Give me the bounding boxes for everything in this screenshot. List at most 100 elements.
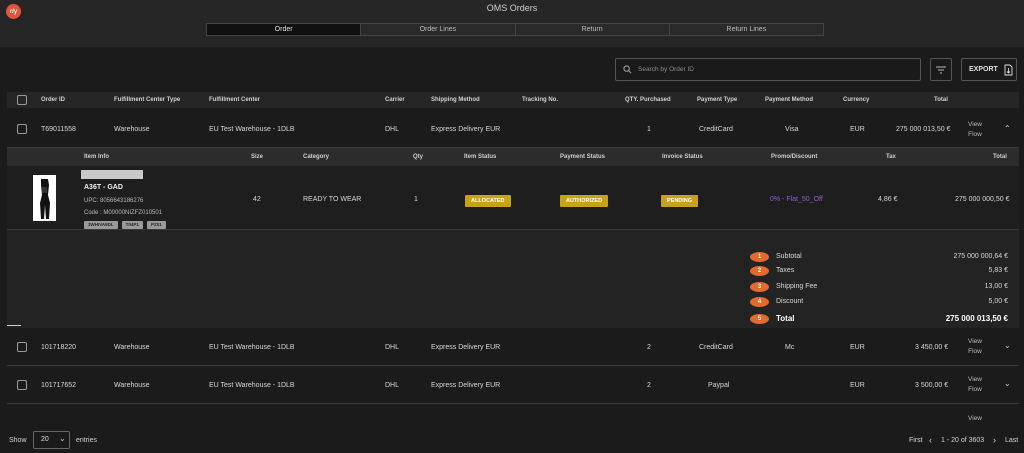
product-tag: 3WHIVA9DL (84, 221, 118, 229)
summary-value: 5,83 € (988, 267, 1008, 274)
carrier: DHL (385, 344, 400, 351)
top-bar: r/y OMS Orders Order Order Lines Return … (0, 0, 1024, 47)
line-total: 275 000 000,50 € (955, 196, 1010, 203)
col-fc-type[interactable]: Fulfillment Center Type (114, 97, 180, 103)
page-range: 1 - 20 of 3603 (941, 437, 985, 444)
order-lines-header: Item Info Size Category Qty Item Status … (7, 148, 1019, 166)
order-id[interactable]: T69011558 (41, 126, 76, 133)
col-currency[interactable]: Currency (843, 97, 869, 103)
order-id[interactable]: 101717652 (41, 382, 76, 389)
fc-type: Warehouse (114, 344, 150, 351)
col-total[interactable]: Total (934, 97, 948, 103)
carrier: DHL (385, 382, 400, 389)
view-flow-link[interactable]: View (968, 414, 982, 423)
row-checkbox[interactable] (17, 342, 27, 352)
summary-value: 13,00 € (984, 283, 1008, 290)
order-id[interactable]: 101718220 (41, 344, 76, 351)
payment-method: Mc (785, 344, 795, 351)
table-header: Order ID Fulfillment Center Type Fulfill… (7, 92, 1019, 108)
table-row[interactable]: 101717652 Warehouse EU Test Warehouse - … (7, 367, 1019, 404)
page-size-select[interactable]: 20 ⌄ (33, 431, 70, 449)
summary-label: Subtotal (776, 253, 802, 260)
product-upc: UPC: 8056643186276 (84, 198, 144, 204)
chevron-down-icon[interactable]: ⌄ (1004, 341, 1011, 350)
col-invoice-status: Invoice Status (662, 154, 703, 160)
line-category: READY TO WEAR (303, 196, 362, 203)
table-row[interactable]: 101718220 Warehouse EU Test Warehouse - … (7, 329, 1019, 366)
chevron-right-icon[interactable]: › (993, 435, 996, 445)
line-promo: 0% - Flat_50_Off (770, 196, 823, 203)
invoice-status-badge: PENDING (661, 195, 699, 207)
line-tax: 4,86 € (878, 196, 898, 203)
entries-label: entries (76, 437, 98, 444)
order-line-row: A36T - GAD UPC: 8056643186276 Code : M00… (7, 166, 1019, 230)
export-file-icon (1004, 64, 1013, 76)
col-carrier[interactable]: Carrier (385, 97, 405, 103)
scroll-marker (7, 325, 21, 326)
payment-type: Paypal (708, 382, 730, 389)
col-payment-method[interactable]: Payment Method (765, 97, 813, 103)
summary-total-label: Total (776, 314, 795, 323)
row-checkbox[interactable] (17, 124, 27, 134)
payment-status-badge: AUTHORIZED (560, 195, 609, 207)
view-flow-link[interactable]: View Flow (968, 375, 982, 395)
tab-bar: Order Order Lines Return Return Lines (206, 23, 824, 36)
carrier: DHL (385, 126, 400, 133)
order-total: 3 450,00 € (915, 344, 949, 351)
summary-label: Discount (776, 298, 804, 305)
filter-button[interactable] (930, 58, 952, 81)
product-tag: T04P1 (121, 221, 143, 229)
currency: EUR (850, 382, 865, 389)
summary-number-badge: 2 (750, 266, 769, 276)
view-flow-link[interactable]: View Flow (968, 120, 982, 140)
chevron-left-icon[interactable]: ‹ (929, 435, 932, 445)
chevron-down-icon[interactable]: ⌄ (1004, 379, 1011, 388)
search-placeholder: Search by Order ID (638, 66, 694, 73)
pagination-footer: Show 20 ⌄ entries First ‹ 1 - 20 of 3603… (0, 428, 1024, 453)
col-shipping-method[interactable]: Shipping Method (431, 97, 480, 103)
last-page-link[interactable]: Last (1005, 437, 1018, 444)
summary-value: 5,00 € (988, 298, 1008, 305)
tab-order-lines[interactable]: Order Lines (361, 24, 516, 35)
line-qty: 1 (414, 196, 418, 203)
summary-total-value: 275 000 013,50 € (945, 314, 1008, 323)
summary-number-badge: 5 (750, 314, 769, 324)
export-label: EXPORT (969, 66, 998, 73)
col-order-id[interactable]: Order ID (41, 97, 65, 103)
col-tracking[interactable]: Tracking No. (522, 97, 558, 103)
order-total: 275 000 013,50 € (896, 126, 951, 133)
table-row[interactable]: View (7, 405, 1019, 423)
col-category: Category (303, 154, 330, 160)
page-size-value: 20 (41, 436, 49, 443)
product-name: A36T - GAD (84, 184, 123, 191)
col-item-info: Item Info (84, 154, 109, 160)
payment-method: Visa (785, 126, 799, 133)
summary-label: Shipping Fee (776, 283, 818, 290)
product-tags: 3WHIVA9DL T04P1 PZ01 (84, 221, 170, 229)
shipping-method: Express Delivery EUR (431, 382, 501, 389)
qty: 1 (647, 126, 651, 133)
shipping-method: Express Delivery EUR (431, 344, 501, 351)
view-flow-link[interactable]: View Flow (968, 337, 982, 357)
currency: EUR (850, 344, 865, 351)
select-all-checkbox[interactable] (17, 95, 27, 105)
col-payment-type[interactable]: Payment Type (697, 97, 737, 103)
export-button[interactable]: EXPORT (961, 58, 1017, 81)
row-checkbox[interactable] (17, 380, 27, 390)
tab-return[interactable]: Return (515, 24, 670, 35)
product-image[interactable] (33, 175, 56, 221)
col-fc[interactable]: Fulfillment Center (209, 97, 260, 103)
first-page-link[interactable]: First (909, 437, 923, 444)
table-row[interactable]: T69011558 Warehouse EU Test Warehouse - … (7, 112, 1019, 148)
col-qty[interactable]: QTY. Purchased (625, 97, 671, 103)
chevron-up-icon[interactable]: ⌃ (1004, 124, 1011, 133)
filter-icon (936, 66, 946, 74)
col-tax: Tax (886, 154, 896, 160)
line-size: 42 (253, 196, 261, 203)
order-detail-panel: Item Info Size Category Qty Item Status … (7, 148, 1019, 328)
tab-return-lines[interactable]: Return Lines (669, 24, 823, 35)
product-tag: PZ01 (146, 221, 166, 229)
col-size: Size (251, 154, 264, 160)
tab-order[interactable]: Order (207, 24, 362, 35)
search-input[interactable]: Search by Order ID (615, 58, 921, 81)
